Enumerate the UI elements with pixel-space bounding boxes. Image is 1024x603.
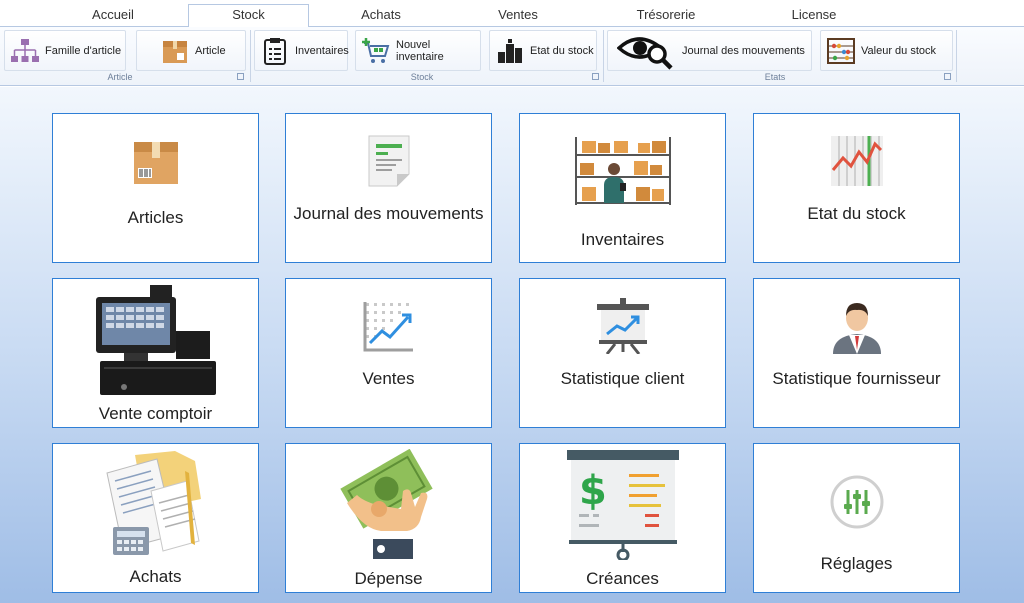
abacus-icon	[825, 35, 857, 67]
group-label-article: Article	[107, 72, 133, 82]
tile-vente-comptoir[interactable]: Vente comptoir	[52, 278, 259, 428]
line-chart-icon	[829, 126, 885, 193]
tab-tresorerie[interactable]: Trésorerie	[626, 5, 706, 26]
tile-achats[interactable]: Achats	[52, 443, 259, 593]
tile-label: Statistique client	[560, 369, 685, 388]
tile-label: Ventes	[362, 369, 415, 388]
tile-statistique-client[interactable]: Statistique client	[519, 278, 726, 428]
tile-label: Achats	[129, 567, 182, 586]
group-separator	[603, 30, 604, 82]
dashboard-area: Articles Journal des mouvements Inventai…	[0, 87, 1024, 603]
group-separator	[956, 30, 957, 82]
tab-accueil[interactable]: Accueil	[78, 5, 148, 26]
stock-boxes-icon	[494, 35, 526, 67]
tile-articles[interactable]: Articles	[52, 113, 259, 263]
ribbon-panel: Famille d'article Article Article Invent…	[0, 26, 1024, 86]
tab-license[interactable]: License	[780, 5, 848, 26]
settings-sliders-icon	[829, 464, 885, 535]
box-icon	[159, 35, 191, 67]
clipboard-icon	[259, 35, 291, 67]
document-icon	[365, 126, 413, 193]
tab-stock[interactable]: Stock	[188, 4, 309, 27]
tile-label: Inventaires	[580, 230, 665, 249]
ribbon-tabs: Accueil Stock Achats Ventes Trésorerie L…	[0, 0, 1024, 27]
tile-label: Réglages	[820, 554, 893, 573]
tile-label: Créances	[586, 569, 659, 588]
nouvel-inventaire-button[interactable]: Nouvel inventaire	[355, 30, 481, 71]
warehouse-icon	[574, 133, 672, 212]
tile-label: Journal des mouvements	[293, 204, 484, 223]
article-button[interactable]: Article	[136, 30, 246, 71]
tile-ventes[interactable]: Ventes	[285, 278, 492, 428]
journal-mouvements-button[interactable]: Journal des mouvements	[607, 30, 812, 71]
tab-ventes[interactable]: Ventes	[486, 5, 550, 26]
etat-du-stock-button[interactable]: Etat du stock	[489, 30, 597, 71]
tile-statistique-fournisseur[interactable]: Statistique fournisseur	[753, 278, 960, 428]
box-icon	[132, 130, 180, 193]
tile-creances[interactable]: $ Créances	[519, 443, 726, 593]
tile-label: Dépense	[354, 569, 423, 588]
money-hand-icon	[337, 447, 441, 566]
person-icon	[829, 290, 885, 359]
tile-reglages[interactable]: Réglages	[753, 443, 960, 593]
presentation-icon	[595, 290, 651, 359]
tile-label: Etat du stock	[807, 204, 906, 223]
eye-search-icon	[616, 35, 676, 70]
tile-label: Vente comptoir	[98, 404, 213, 423]
cart-add-icon	[360, 35, 392, 67]
group-launcher-article[interactable]	[237, 73, 244, 80]
valeur-du-stock-button[interactable]: Valeur du stock	[820, 30, 953, 71]
group-label-etats: Etats	[764, 72, 786, 82]
group-label-stock: Stock	[410, 72, 434, 82]
group-launcher-etats[interactable]	[944, 73, 951, 80]
dollar-board-icon: $	[565, 448, 681, 565]
inventaires-button[interactable]: Inventaires	[254, 30, 349, 71]
cash-register-icon	[94, 281, 218, 402]
group-launcher-stock[interactable]	[592, 73, 599, 80]
hierarchy-icon	[9, 35, 41, 67]
famille-article-button[interactable]: Famille d'article	[4, 30, 126, 71]
tile-inventaires[interactable]: Inventaires	[519, 113, 726, 263]
tile-label: Articles	[127, 208, 184, 227]
tile-journal-mouvements[interactable]: Journal des mouvements	[285, 113, 492, 263]
trend-chart-icon	[362, 291, 416, 358]
tab-achats[interactable]: Achats	[350, 5, 412, 26]
svg-text:$: $	[579, 468, 607, 514]
tile-etat-du-stock[interactable]: Etat du stock	[753, 113, 960, 263]
group-separator	[250, 30, 251, 82]
invoices-icon	[101, 449, 211, 562]
tile-label: Statistique fournisseur	[772, 369, 941, 388]
tile-depense[interactable]: Dépense	[285, 443, 492, 593]
